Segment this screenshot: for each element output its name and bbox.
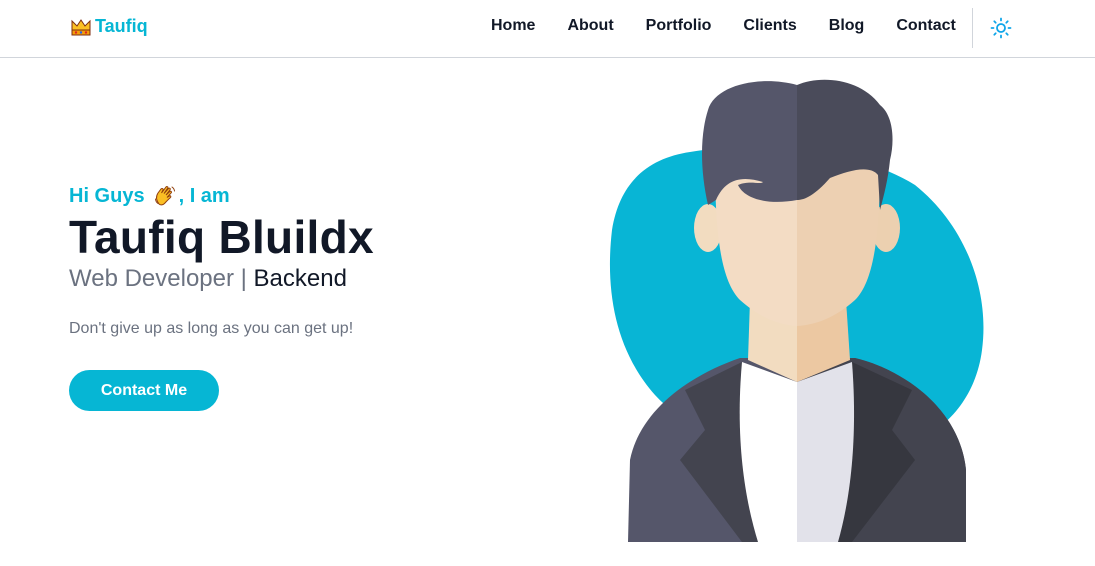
- greeting-suffix: , I am: [178, 184, 230, 207]
- nav-links: Home About Portfolio Clients Blog Contac…: [491, 17, 956, 35]
- hero-greeting: Hi Guys , I am: [69, 182, 489, 210]
- nav-link-contact[interactable]: Contact: [896, 17, 956, 35]
- role-accent: Backend: [253, 265, 347, 292]
- hero-tagline: Don't give up as long as you can get up!: [69, 320, 354, 337]
- hero-name: Taufiq Bluildx: [69, 211, 374, 263]
- role-main: Web Developer |: [69, 265, 254, 292]
- nav-link-home[interactable]: Home: [491, 17, 535, 35]
- waving-hand-icon: [154, 186, 175, 206]
- hero-text: Hi Guys , I am Taufiq Bluildx Web Develo…: [69, 182, 489, 338]
- sun-icon: [990, 17, 1012, 39]
- navbar: Taufiq Home About Portfolio Clients Blog…: [0, 0, 1095, 58]
- brand-name: Taufiq: [95, 16, 148, 36]
- crown-icon: [71, 18, 91, 35]
- brand-logo[interactable]: Taufiq: [70, 16, 148, 37]
- avatar-illustration: [609, 79, 984, 542]
- contact-me-button[interactable]: Contact Me: [69, 370, 219, 411]
- greeting-prefix: Hi Guys: [69, 184, 145, 207]
- nav-link-blog[interactable]: Blog: [829, 17, 865, 35]
- nav-link-portfolio[interactable]: Portfolio: [646, 17, 712, 35]
- nav-divider: [972, 8, 973, 48]
- hero-role: Web Developer | Backend: [69, 264, 489, 294]
- nav-link-about[interactable]: About: [567, 17, 613, 35]
- theme-toggle-button[interactable]: [990, 17, 1012, 39]
- nav-link-clients[interactable]: Clients: [743, 17, 796, 35]
